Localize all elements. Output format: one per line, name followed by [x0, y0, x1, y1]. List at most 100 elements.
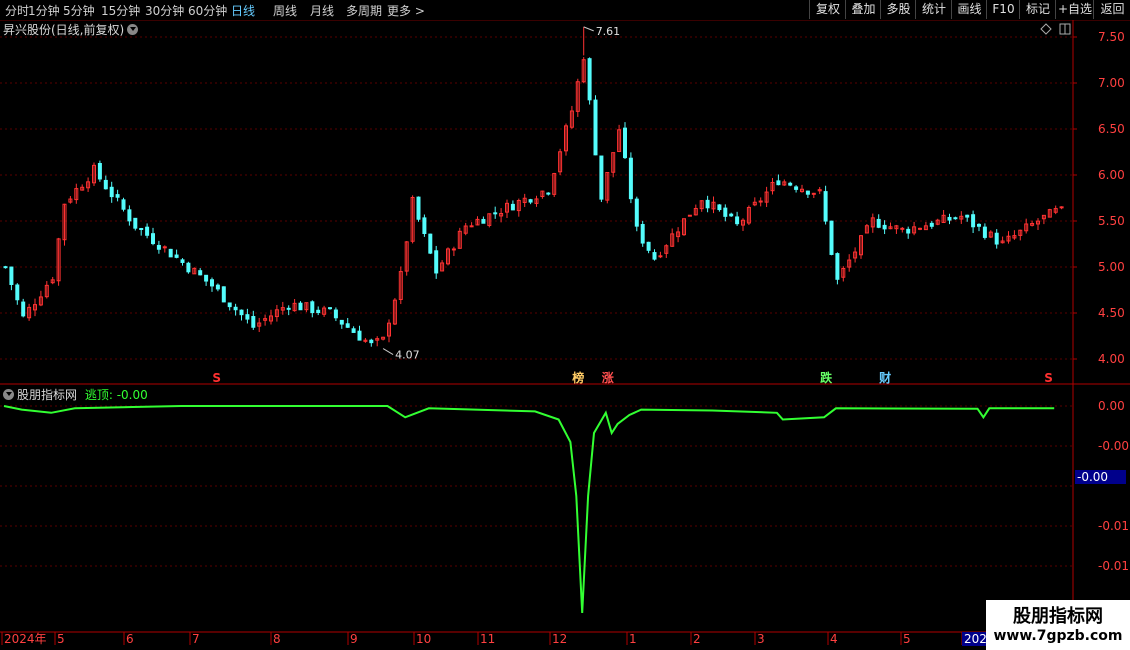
high-pointer: [583, 26, 594, 32]
indicator-y-tick-label: -0.01: [1098, 559, 1129, 573]
candle-body: [829, 220, 834, 255]
candle-body: [652, 252, 657, 260]
x-tick-label: 5: [57, 632, 65, 646]
candle-body: [623, 127, 627, 159]
candle-body: [628, 157, 633, 200]
candle-body: [357, 330, 362, 341]
x-tick-label: 2: [693, 632, 701, 646]
event-marker: S: [1044, 371, 1053, 385]
chevron-down-icon[interactable]: [3, 389, 14, 400]
indicator-y-tick-label: -0.00: [1098, 439, 1129, 453]
candle-body: [929, 222, 934, 227]
candle-body: [127, 209, 132, 222]
y-tick-label: 5.50: [1098, 214, 1125, 228]
candle-body: [103, 179, 108, 190]
candle-body: [900, 227, 905, 230]
diamond-icon: [1040, 23, 1052, 35]
x-tick-label: 4: [830, 632, 838, 646]
watermark-line1: 股朋指标网: [1013, 606, 1103, 627]
x-tick-label: 2024年: [4, 632, 47, 646]
x-tick-label: 7: [192, 632, 200, 646]
candle-body: [428, 233, 433, 254]
event-marker: 榜: [572, 370, 584, 385]
low-label: 4.07: [395, 349, 420, 362]
candle-body: [245, 314, 250, 320]
watermark-line2: www.7gpzb.com: [993, 628, 1123, 644]
candle-body: [965, 214, 970, 218]
candle-body: [351, 328, 356, 333]
low-pointer: [382, 348, 394, 355]
candle-body: [434, 250, 439, 274]
x-tick-label: 202: [964, 632, 987, 646]
candle-body: [286, 307, 291, 310]
candle-body: [210, 279, 214, 287]
candle-body: [876, 218, 881, 228]
candle-body: [729, 213, 734, 217]
x-tick-label: 10: [416, 632, 431, 646]
candle-body: [906, 228, 911, 234]
y-tick-label: 4.50: [1098, 306, 1125, 320]
indicator-line: [3, 405, 1055, 614]
high-label: 7.61: [596, 25, 621, 38]
x-tick-label: 3: [757, 632, 765, 646]
candle-body: [151, 233, 155, 245]
candle-body: [115, 194, 120, 198]
event-marker: 涨: [602, 370, 614, 385]
candle-body: [882, 224, 887, 230]
candle-body: [316, 309, 321, 314]
candle-body: [794, 186, 799, 190]
candle-body: [918, 227, 922, 230]
indicator-y-tick-label: -0.01: [1098, 519, 1129, 533]
candle-body: [593, 99, 598, 156]
candle-body: [133, 217, 138, 229]
candle-body: [21, 301, 26, 317]
candle-body: [758, 200, 763, 203]
candle-body: [145, 226, 150, 236]
x-tick-label: 11: [480, 632, 495, 646]
candle-body: [640, 224, 645, 244]
candle-body: [239, 309, 244, 316]
y-tick-label: 6.00: [1098, 168, 1125, 182]
event-marker: S: [212, 371, 221, 385]
candle-body: [345, 323, 350, 328]
candle-body: [328, 307, 332, 310]
candle-body: [109, 186, 114, 198]
x-tick-label: 12: [552, 632, 567, 646]
candle-body: [204, 274, 209, 282]
candle-body: [805, 190, 810, 195]
y-tick-label: 7.00: [1098, 76, 1125, 90]
x-tick-label: 8: [273, 632, 281, 646]
candle-body: [215, 284, 220, 290]
candle-body: [977, 223, 981, 227]
indicator-series-label: 逃顶: -0.00: [84, 388, 148, 402]
candle-body: [705, 199, 710, 209]
candle-body: [251, 316, 256, 328]
candle-body: [227, 302, 232, 308]
candle-body: [3, 266, 8, 269]
x-tick-label: 9: [350, 632, 358, 646]
candle-body: [788, 182, 793, 186]
candle-body: [333, 309, 338, 319]
candle-body: [658, 255, 663, 258]
price-chart[interactable]: 7.50 7.00 6.50 6.00 5.50 5.00 4.50 4.00 0.00 -0.0…: [0, 0, 1130, 650]
candle-body: [717, 204, 722, 211]
event-marker: 财: [878, 370, 891, 385]
candle-body: [823, 191, 828, 222]
y-tick-label: 7.50: [1098, 30, 1125, 44]
x-tick-label: 5: [903, 632, 911, 646]
candle-body: [162, 246, 167, 249]
candle-body: [221, 286, 226, 303]
candle-body: [493, 212, 498, 215]
candle-body: [835, 253, 840, 280]
indicator-title: 股朋指标网 逃顶: -0.00: [3, 386, 148, 403]
candle-body: [339, 319, 344, 325]
candle-body: [687, 214, 692, 217]
candle-body: [469, 225, 474, 228]
candle-body: [546, 192, 551, 195]
candle-body: [510, 203, 515, 211]
y-tick-label: 5.00: [1098, 260, 1125, 274]
candle-body: [776, 180, 781, 186]
candle-body: [310, 301, 315, 314]
candle-body: [422, 217, 427, 234]
indicator-name: 股朋指标网: [17, 388, 78, 402]
